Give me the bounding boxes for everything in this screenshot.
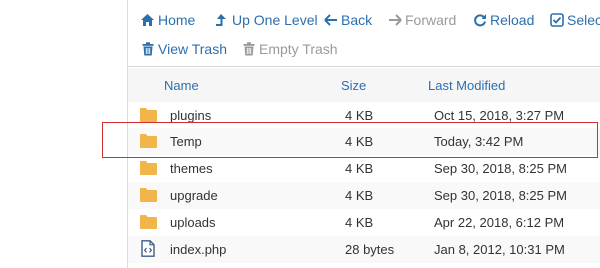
up-one-level-label: Up One Level [232,12,318,28]
folder-icon [140,187,157,202]
table-header: Name Size Last Modified [128,68,600,104]
table-row[interactable]: plugins 4 KB Oct 15, 2018, 3:27 PM [128,102,600,129]
table-row[interactable]: index.php 28 bytes Jan 8, 2012, 10:31 PM [128,236,600,263]
column-header-size[interactable]: Size [341,68,366,104]
trash-icon [140,42,155,57]
table-row[interactable]: themes 4 KB Sep 30, 2018, 8:25 PM [128,155,600,182]
toolbar-nav-row: Home Up One Level Back Forward Reload Se… [128,9,600,31]
arrow-right-icon [387,13,402,28]
folder-icon [140,214,157,229]
check-square-icon [549,13,564,28]
forward-label: Forward [405,12,457,28]
forward-button[interactable]: Forward [387,9,456,31]
file-size: 4 KB [345,161,374,176]
column-header-last-modified[interactable]: Last Modified [428,68,505,104]
back-label: Back [341,12,373,28]
file-size: 4 KB [345,215,374,230]
file-manager-panel: Home Up One Level Back Forward Reload Se… [127,0,600,268]
toolbar: Home Up One Level Back Forward Reload Se… [128,0,600,67]
up-one-level-button[interactable]: Up One Level [214,9,318,31]
file-name[interactable]: index.php [170,236,226,263]
refresh-icon [472,13,487,28]
file-name[interactable]: Temp [170,128,202,155]
file-size: 4 KB [345,108,374,123]
column-header-name[interactable]: Name [164,68,199,104]
reload-button[interactable]: Reload [472,9,534,31]
empty-trash-button[interactable]: Empty Trash [241,38,338,60]
folder-icon [140,160,157,175]
file-modified: Today, 3:42 PM [434,134,524,149]
folder-icon [140,133,157,148]
code-file-icon [141,240,158,257]
file-name[interactable]: upgrade [170,182,218,209]
select-all-button[interactable]: Select [549,9,600,31]
home-label: Home [158,12,196,28]
file-modified: Oct 15, 2018, 3:27 PM [434,108,565,123]
level-up-icon [214,13,229,28]
file-size: 4 KB [345,134,374,149]
arrow-left-icon [323,13,338,28]
select-all-label: Select [567,12,600,28]
table-row[interactable]: upgrade 4 KB Sep 30, 2018, 8:25 PM [128,182,600,209]
file-modified: Sep 30, 2018, 8:25 PM [434,161,567,176]
file-name[interactable]: uploads [170,209,216,236]
back-button[interactable]: Back [323,9,372,31]
file-name[interactable]: plugins [170,102,211,129]
reload-label: Reload [490,12,535,28]
table-row[interactable]: uploads 4 KB Apr 22, 2018, 6:12 PM [128,209,600,236]
file-modified: Jan 8, 2012, 10:31 PM [434,242,565,257]
file-name[interactable]: themes [170,155,213,182]
trash-icon [241,42,256,57]
file-modified: Sep 30, 2018, 8:25 PM [434,188,567,203]
home-button[interactable]: Home [140,9,195,31]
view-trash-label: View Trash [158,41,227,57]
file-size: 4 KB [345,188,374,203]
table-row[interactable]: Temp 4 KB Today, 3:42 PM [128,128,600,155]
file-size: 28 bytes [345,242,395,257]
file-modified: Apr 22, 2018, 6:12 PM [434,215,565,230]
toolbar-trash-row: View Trash Empty Trash [128,38,600,60]
home-icon [140,13,155,28]
folder-icon [140,107,157,122]
view-trash-button[interactable]: View Trash [140,38,227,60]
empty-trash-label: Empty Trash [259,41,338,57]
